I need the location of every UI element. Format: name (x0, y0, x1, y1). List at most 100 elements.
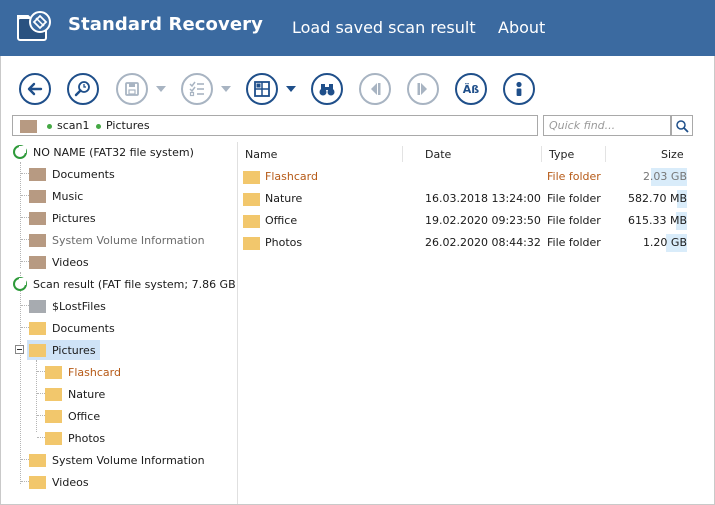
folder-icon (45, 409, 62, 423)
save-icon (125, 82, 139, 96)
folder-icon (29, 299, 46, 313)
save-button[interactable] (116, 73, 148, 105)
tree-item-flashcard[interactable]: Flashcard (45, 362, 121, 382)
encoding-icon: Äß (462, 82, 480, 96)
load-scan-result-link[interactable]: Load saved scan result (292, 18, 476, 37)
folder-icon (243, 193, 260, 206)
app-title: Standard Recovery (68, 14, 263, 35)
folder-icon (29, 453, 46, 467)
volume-icon (13, 145, 27, 159)
view-mode-dropdown-arrow[interactable] (286, 86, 296, 92)
tree-item-pictures[interactable]: Pictures (29, 208, 96, 228)
cell-size: 1.20 GB (642, 236, 687, 249)
folder-icon (243, 237, 260, 250)
volume-icon (13, 277, 27, 291)
folder-icon (243, 215, 260, 228)
scan-button[interactable] (67, 73, 99, 105)
folder-icon (29, 211, 46, 225)
folder-icon (45, 387, 62, 401)
tree-item-documents[interactable]: Documents (29, 164, 115, 184)
cell-size: 615.33 MB (627, 214, 687, 227)
cell-type: File folder (547, 236, 601, 249)
folder-tree: NO NAME (FAT32 file system) Documents Mu… (2, 142, 238, 504)
tree-item-pictures-selected[interactable]: Pictures (27, 340, 100, 360)
encoding-button[interactable]: Äß (455, 73, 487, 105)
find-button[interactable] (311, 73, 343, 105)
search-button[interactable] (671, 115, 693, 136)
app-logo-icon (17, 11, 51, 41)
breadcrumb-item-scan1[interactable]: scan1 (57, 119, 90, 132)
quick-find-input[interactable] (543, 115, 671, 136)
file-list: Name Date Type Size Flashcard File folder… (239, 142, 715, 504)
tree-item-documents[interactable]: Documents (29, 318, 115, 338)
back-button[interactable] (19, 73, 51, 105)
scan-icon (74, 81, 90, 97)
folder-icon (29, 189, 46, 203)
view-mode-icon (254, 81, 270, 97)
checklist-icon (189, 81, 204, 97)
folder-icon (29, 475, 46, 489)
back-icon (27, 82, 43, 96)
view-mode-button[interactable] (246, 73, 278, 105)
tree-item-videos[interactable]: Videos (29, 252, 89, 272)
main-window: Äß scan1 Pictures NO NAME (FAT32 file sy… (0, 56, 715, 505)
find-icon (319, 84, 335, 96)
previous-button[interactable] (359, 73, 391, 105)
column-header-date[interactable]: Date (425, 142, 451, 166)
tree-item-lostfiles[interactable]: $LostFiles (29, 296, 106, 316)
previous-icon (371, 83, 381, 95)
tree-item-nature[interactable]: Nature (45, 384, 105, 404)
folder-icon (29, 233, 46, 247)
cell-date: 26.02.2020 08:44:32 (425, 236, 541, 249)
title-bar: Standard Recovery Load saved scan result… (0, 0, 715, 56)
tree-item-music[interactable]: Music (29, 186, 83, 206)
tree-item-system-volume-information[interactable]: System Volume Information (29, 230, 205, 250)
breadcrumb-item-pictures[interactable]: Pictures (106, 119, 150, 132)
folder-icon (29, 255, 46, 269)
cell-type: File folder (547, 170, 601, 183)
table-row[interactable]: Flashcard File folder 2.03 GB (239, 166, 715, 188)
cell-date: 16.03.2018 13:24:00 (425, 192, 541, 205)
folder-icon (29, 321, 46, 335)
column-header-name[interactable]: Name (245, 142, 277, 166)
table-row[interactable]: Photos 26.02.2020 08:44:32 File folder 1.20… (239, 232, 715, 254)
cell-name: Flashcard (265, 170, 318, 183)
checklist-dropdown-arrow[interactable] (221, 86, 231, 92)
next-button[interactable] (407, 73, 439, 105)
info-icon (516, 81, 522, 96)
tree-item-videos[interactable]: Videos (29, 472, 89, 492)
breadcrumb-folder-icon (20, 120, 37, 133)
about-link[interactable]: About (498, 18, 545, 37)
collapse-toggle-icon[interactable] (15, 345, 24, 354)
folder-icon (45, 365, 62, 379)
next-icon (417, 83, 427, 95)
tree-item-office[interactable]: Office (45, 406, 100, 426)
search-icon (676, 119, 689, 133)
tree-item-system-volume-information[interactable]: System Volume Information (29, 450, 205, 470)
info-button[interactable] (503, 73, 535, 105)
cell-size: 582.70 MB (627, 192, 687, 205)
cell-type: File folder (547, 214, 601, 227)
cell-size: 2.03 GB (642, 170, 687, 183)
table-row[interactable]: Office 19.02.2020 09:23:50 File folder 615.… (239, 210, 715, 232)
breadcrumb-separator-icon (96, 124, 101, 129)
folder-icon (45, 431, 62, 445)
breadcrumb: scan1 Pictures (12, 115, 538, 136)
checklist-button[interactable] (181, 73, 213, 105)
folder-icon (29, 167, 46, 181)
tree-item-photos[interactable]: Photos (45, 428, 105, 448)
tree-volume-scan-result[interactable]: Scan result (FAT file system; 7.86 GB in… (13, 274, 237, 294)
breadcrumb-separator-icon (47, 124, 52, 129)
column-header-size[interactable]: Size (661, 142, 684, 166)
cell-name: Office (265, 214, 298, 227)
column-header-type[interactable]: Type (549, 142, 574, 166)
table-row[interactable]: Nature 16.03.2018 13:24:00 File folder 582.… (239, 188, 715, 210)
cell-date: 19.02.2020 09:23:50 (425, 214, 541, 227)
cell-type: File folder (547, 192, 601, 205)
cell-name: Nature (265, 192, 303, 205)
save-dropdown-arrow[interactable] (156, 86, 166, 92)
cell-name: Photos (265, 236, 303, 249)
folder-icon (243, 171, 260, 184)
folder-open-icon (29, 343, 46, 357)
tree-volume-no-name[interactable]: NO NAME (FAT32 file system) (13, 142, 194, 162)
